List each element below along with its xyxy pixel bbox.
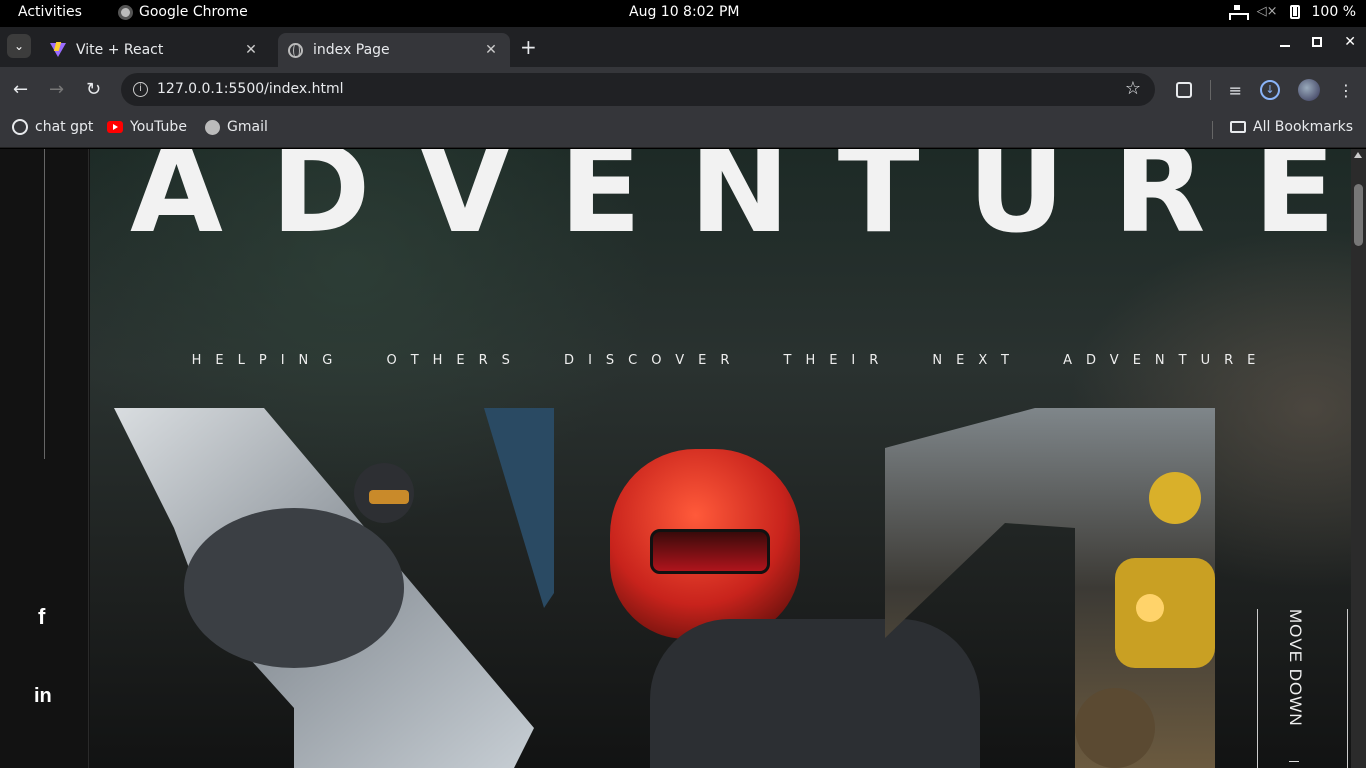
- new-tab-button[interactable]: +: [520, 35, 537, 59]
- profile-avatar[interactable]: [1298, 79, 1320, 101]
- app-name: Google Chrome: [139, 4, 248, 20]
- clock[interactable]: Aug 10 8:02 PM: [629, 4, 739, 20]
- app-menu[interactable]: Google Chrome: [118, 4, 248, 20]
- download-icon[interactable]: ↓: [1260, 80, 1280, 100]
- toolbar-actions: ≡ ↓ ⋮: [1175, 79, 1354, 101]
- divider-line: [1257, 609, 1258, 768]
- scrollbar-thumb[interactable]: [1354, 184, 1363, 246]
- address-bar[interactable]: i 127.0.0.1:5500/index.html ☆: [121, 73, 1155, 106]
- divider-line: [1347, 609, 1348, 768]
- bookmark-youtube[interactable]: YouTube: [107, 119, 187, 135]
- social-sidebar: f in: [0, 149, 89, 768]
- network-icon: [1228, 5, 1249, 20]
- linkedin-icon[interactable]: in: [34, 685, 52, 708]
- back-arrow-icon[interactable]: ←: [13, 79, 28, 100]
- tab-index-page[interactable]: index Page ✕: [278, 33, 510, 67]
- snowmobile-rider-image: [114, 408, 554, 768]
- all-bookmarks-label: All Bookmarks: [1253, 119, 1354, 135]
- scroll-up-icon[interactable]: [1354, 152, 1362, 158]
- tab-vite-react[interactable]: Vite + React ✕: [40, 33, 270, 67]
- reload-icon[interactable]: ↻: [86, 79, 101, 100]
- battery-icon: [1289, 5, 1300, 19]
- url-text[interactable]: 127.0.0.1:5500/index.html: [157, 81, 344, 97]
- toolbar-divider: [1209, 80, 1211, 100]
- bookmark-chat-gpt[interactable]: chat gpt: [12, 119, 93, 135]
- scroll-indicator: [1289, 761, 1299, 762]
- close-tab-icon[interactable]: ✕: [242, 42, 260, 58]
- bookmarks-divider: [1212, 121, 1213, 139]
- helmet-visor: [650, 529, 770, 574]
- bookmark-label: Gmail: [227, 119, 268, 135]
- tab-strip: ⌄ Vite + React ✕ index Page ✕ + ✕: [0, 27, 1366, 67]
- page-viewport: f in ADVENTURE HELPING OTHERS DISCOVER T…: [0, 149, 1366, 768]
- atv-rider-image: [885, 408, 1215, 768]
- site-info-icon[interactable]: i: [133, 82, 148, 97]
- bookmark-label: chat gpt: [35, 119, 94, 135]
- close-tab-icon[interactable]: ✕: [482, 42, 500, 58]
- facebook-icon[interactable]: f: [38, 604, 45, 630]
- bookmarks-bar: chat gpt YouTube Gmail All Bookmarks: [0, 112, 1366, 148]
- move-down-label[interactable]: MOVE DOWN: [1285, 609, 1305, 727]
- youtube-icon: [107, 121, 123, 133]
- page-scrollbar[interactable]: [1351, 149, 1366, 768]
- battery-percent: 100 %: [1311, 4, 1356, 20]
- maximize-icon[interactable]: [1312, 37, 1323, 47]
- hero-subtitle: HELPING OTHERS DISCOVER THEIR NEXT ADVEN…: [191, 353, 1270, 368]
- extensions-icon[interactable]: [1175, 82, 1192, 98]
- sidebar-line: [44, 149, 45, 459]
- vite-icon: [50, 42, 66, 58]
- menu-kebab-icon[interactable]: ⋮: [1338, 81, 1354, 100]
- bookmark-star-icon[interactable]: ☆: [1125, 78, 1141, 99]
- hero-title: ADVENTURE: [130, 149, 1351, 260]
- globe-icon: [288, 42, 303, 58]
- bookmark-gmail[interactable]: Gmail: [205, 119, 268, 135]
- all-bookmarks-button[interactable]: All Bookmarks: [1230, 119, 1353, 135]
- globe-icon: [205, 119, 220, 135]
- media-controls-icon[interactable]: ≡: [1229, 81, 1242, 100]
- window-controls: ✕: [1280, 35, 1356, 49]
- folder-icon: [1230, 121, 1246, 133]
- browser-toolbar: ← → ↻ i 127.0.0.1:5500/index.html ☆ ≡ ↓ …: [0, 67, 1366, 112]
- chatgpt-icon: [12, 119, 28, 135]
- system-tray[interactable]: ◁× 100 %: [1228, 4, 1356, 20]
- activities-button[interactable]: Activities: [18, 4, 82, 20]
- tab-title: Vite + React: [76, 42, 164, 58]
- close-window-icon[interactable]: ✕: [1344, 35, 1356, 49]
- chrome-icon: [118, 4, 133, 20]
- volume-muted-icon: ◁×: [1256, 4, 1278, 19]
- tab-search-button[interactable]: ⌄: [7, 34, 31, 58]
- tab-title: index Page: [313, 42, 390, 58]
- minimize-icon[interactable]: [1280, 37, 1291, 47]
- bookmark-label: YouTube: [130, 119, 187, 135]
- move-down-panel[interactable]: MOVE DOWN: [1247, 149, 1351, 768]
- forward-arrow-icon[interactable]: →: [49, 79, 64, 100]
- hero-section: ADVENTURE HELPING OTHERS DISCOVER THEIR …: [90, 149, 1351, 768]
- system-top-bar: Activities Google Chrome Aug 10 8:02 PM …: [0, 0, 1366, 27]
